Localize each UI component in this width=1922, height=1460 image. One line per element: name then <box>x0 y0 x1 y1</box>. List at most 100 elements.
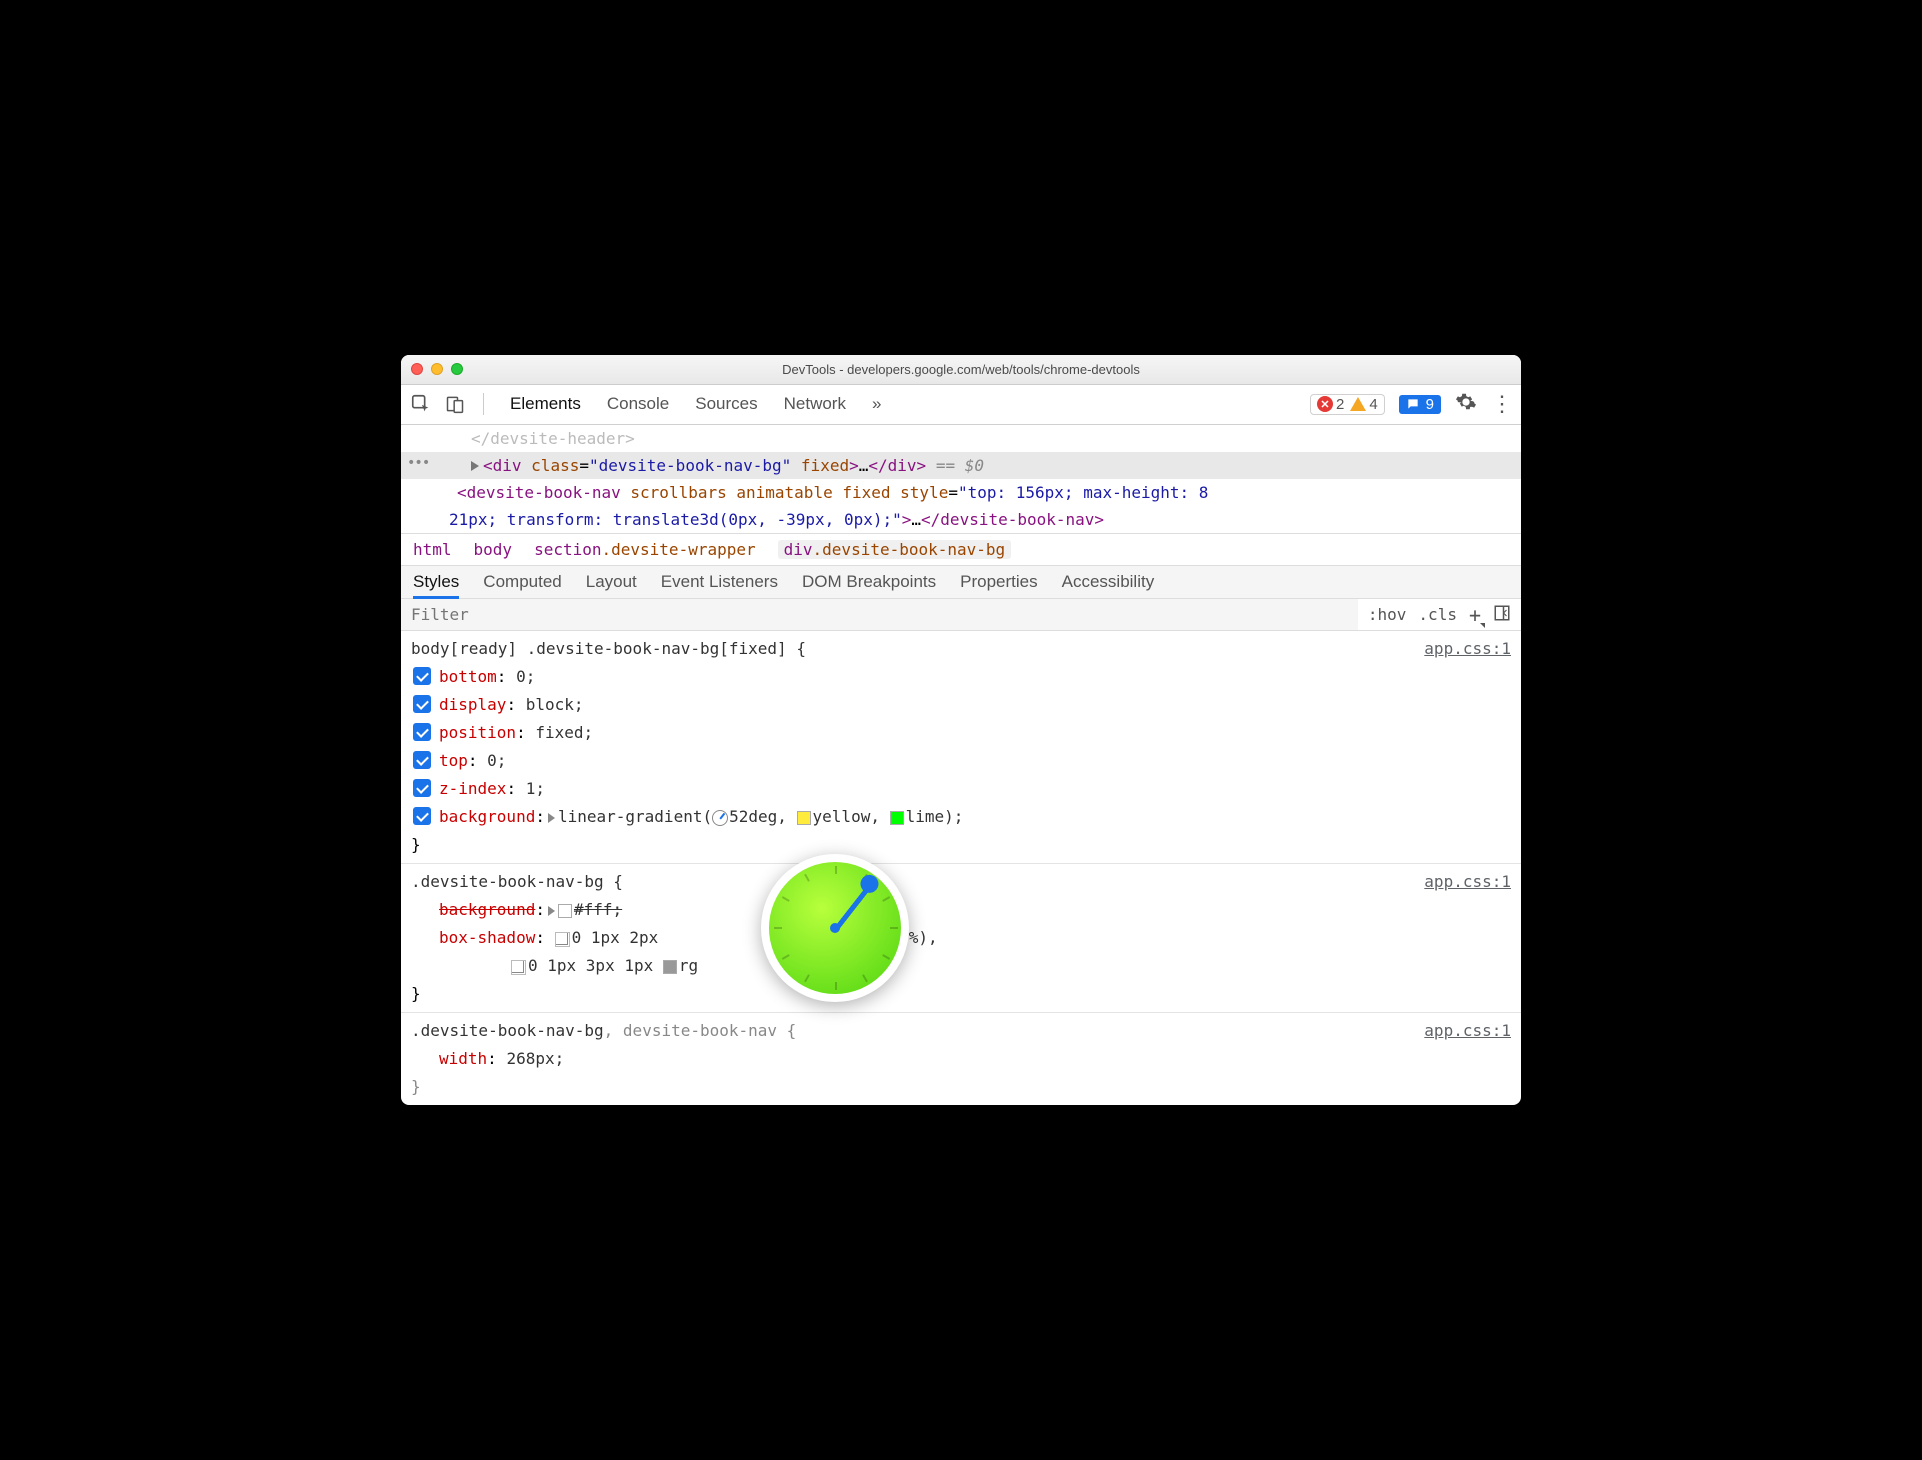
declaration[interactable]: position: fixed; <box>411 719 1511 747</box>
angle-swatch-icon[interactable] <box>712 810 728 826</box>
console-badges[interactable]: ✕2 4 <box>1310 394 1385 415</box>
cls-button[interactable]: .cls <box>1418 605 1457 624</box>
declaration-cont[interactable]: 0 1px 3px 1px rg 7 / 15%); <box>411 952 1511 980</box>
clock-tick <box>774 927 782 929</box>
crumb-div[interactable]: div.devsite-book-nav-bg <box>778 540 1012 559</box>
clock-tick <box>782 897 790 903</box>
style-rules: app.css:1 body[ready] .devsite-book-nav-… <box>401 631 1521 1105</box>
warning-icon <box>1350 397 1366 411</box>
clock-tick <box>862 975 868 983</box>
subtab-styles[interactable]: Styles <box>413 572 459 599</box>
rule-selector[interactable]: .devsite-book-nav-bg, devsite-book-nav { <box>411 1017 1511 1045</box>
declaration[interactable]: display: block; <box>411 691 1511 719</box>
clock-center <box>830 923 840 933</box>
rule-selector[interactable]: body[ready] .devsite-book-nav-bg[fixed] … <box>411 635 1511 663</box>
minimize-icon[interactable] <box>431 363 443 375</box>
toggle-checkbox[interactable] <box>413 723 431 741</box>
shadow-swatch-icon[interactable] <box>511 960 524 973</box>
tab-elements[interactable]: Elements <box>510 394 581 414</box>
clock-tick <box>804 975 810 983</box>
crumb-html[interactable]: html <box>413 540 452 559</box>
dom-line-selected[interactable]: <div class="devsite-book-nav-bg" fixed>…… <box>401 452 1521 479</box>
rule-close: } <box>411 831 1511 859</box>
hov-button[interactable]: :hov <box>1368 605 1407 624</box>
filter-input[interactable] <box>401 599 1358 630</box>
rule-selector[interactable]: .devsite-book-nav-bg { <box>411 868 1511 896</box>
traffic-lights <box>411 363 463 375</box>
rule-close: } <box>411 1073 1511 1101</box>
toolbar-divider <box>483 393 484 415</box>
declaration[interactable]: z-index: 1; <box>411 775 1511 803</box>
device-toolbar-icon[interactable] <box>443 392 467 416</box>
dom-line[interactable]: <devsite-book-nav scrollbars animatable … <box>401 479 1521 506</box>
declaration[interactable]: background:linear-gradient(52deg, yellow… <box>411 803 1511 831</box>
issues-badge[interactable]: 9 <box>1399 395 1441 414</box>
crumb-section[interactable]: section.devsite-wrapper <box>534 540 756 559</box>
crumb-body[interactable]: body <box>474 540 513 559</box>
warning-count: 4 <box>1369 396 1377 413</box>
tab-console[interactable]: Console <box>607 394 669 414</box>
subtab-computed[interactable]: Computed <box>483 572 561 592</box>
clock-tick <box>804 874 810 882</box>
subtab-dom-breakpoints[interactable]: DOM Breakpoints <box>802 572 936 592</box>
declaration[interactable]: background:#fff; <box>411 896 1511 924</box>
declaration[interactable]: box-shadow: 0 1px 2px 54 67 / 30%), <box>411 924 1511 952</box>
window-title: DevTools - developers.google.com/web/too… <box>401 362 1521 377</box>
clock-tick <box>782 955 790 961</box>
color-swatch-icon[interactable] <box>663 960 677 974</box>
color-swatch-icon[interactable] <box>558 904 572 918</box>
new-rule-button[interactable]: + <box>1469 603 1481 627</box>
clock-tick <box>835 982 837 990</box>
subtab-properties[interactable]: Properties <box>960 572 1037 592</box>
devtools-window: DevTools - developers.google.com/web/too… <box>401 355 1521 1106</box>
dom-tree[interactable]: </devsite-header> <div class="devsite-bo… <box>401 425 1521 534</box>
declaration[interactable]: top: 0; <box>411 747 1511 775</box>
style-rule: app.css:1 body[ready] .devsite-book-nav-… <box>401 631 1521 864</box>
titlebar: DevTools - developers.google.com/web/too… <box>401 355 1521 385</box>
toggle-checkbox[interactable] <box>413 667 431 685</box>
clock-tick <box>882 897 890 903</box>
subtab-layout[interactable]: Layout <box>586 572 637 592</box>
error-count: 2 <box>1336 396 1344 413</box>
expand-icon[interactable] <box>548 906 555 916</box>
issues-count: 9 <box>1426 396 1434 413</box>
close-icon[interactable] <box>411 363 423 375</box>
main-toolbar: Elements Console Sources Network » ✕2 4 … <box>401 385 1521 425</box>
color-swatch-icon[interactable] <box>890 811 904 825</box>
error-icon: ✕ <box>1317 396 1333 412</box>
toggle-checkbox[interactable] <box>413 779 431 797</box>
styles-filter-bar: :hov .cls + <box>401 599 1521 631</box>
computed-panel-icon[interactable] <box>1493 604 1511 626</box>
declaration[interactable]: width: 268px; <box>411 1045 1511 1073</box>
maximize-icon[interactable] <box>451 363 463 375</box>
more-tabs-button[interactable]: » <box>872 394 881 414</box>
subtab-event-listeners[interactable]: Event Listeners <box>661 572 778 592</box>
tab-network[interactable]: Network <box>784 394 846 414</box>
dom-line[interactable]: </devsite-header> <box>401 425 1521 452</box>
toggle-checkbox[interactable] <box>413 695 431 713</box>
toggle-checkbox[interactable] <box>413 751 431 769</box>
breadcrumb: html body section.devsite-wrapper div.de… <box>401 533 1521 565</box>
dom-line[interactable]: 21px; transform: translate3d(0px, -39px,… <box>401 506 1521 533</box>
angle-clock-popup[interactable] <box>761 854 909 1002</box>
styles-subtabs: Styles Computed Layout Event Listeners D… <box>401 565 1521 599</box>
expand-triangle-icon[interactable] <box>471 461 479 471</box>
subtab-accessibility[interactable]: Accessibility <box>1062 572 1155 592</box>
style-rule: app.css:1 .devsite-book-nav-bg, devsite-… <box>401 1013 1521 1105</box>
shadow-swatch-icon[interactable] <box>555 932 568 945</box>
rule-source-link[interactable]: app.css:1 <box>1424 635 1511 663</box>
tab-sources[interactable]: Sources <box>695 394 757 414</box>
color-swatch-icon[interactable] <box>797 811 811 825</box>
clock-tick <box>890 927 898 929</box>
rule-source-link[interactable]: app.css:1 <box>1424 868 1511 896</box>
toggle-checkbox[interactable] <box>413 807 431 825</box>
clock-tick <box>835 866 837 874</box>
declaration[interactable]: bottom: 0; <box>411 663 1511 691</box>
kebab-menu-icon[interactable]: ⋮ <box>1491 393 1513 415</box>
rule-source-link[interactable]: app.css:1 <box>1424 1017 1511 1045</box>
settings-icon[interactable] <box>1455 391 1477 418</box>
inspect-element-icon[interactable] <box>409 392 433 416</box>
rule-close: } <box>411 980 1511 1008</box>
expand-icon[interactable] <box>548 813 555 823</box>
selected-marker: == $0 <box>936 456 984 475</box>
